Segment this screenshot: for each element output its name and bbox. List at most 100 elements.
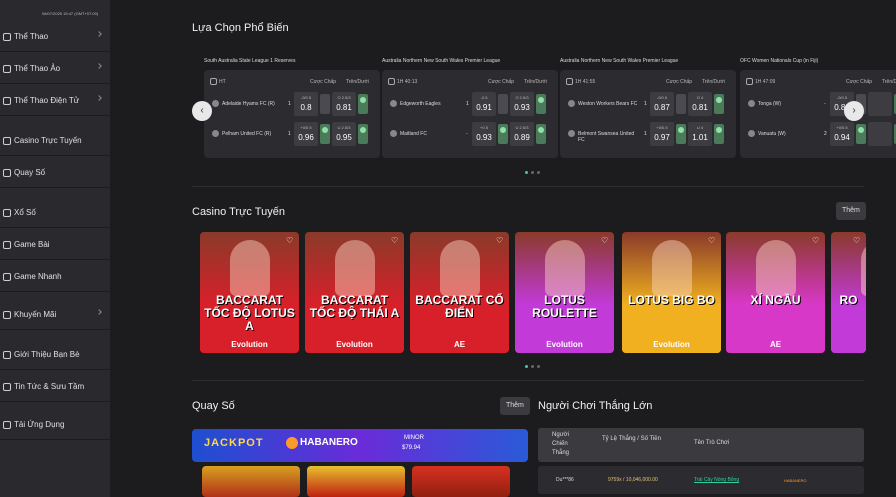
casino-game-tile[interactable]: ♡ BACCARAT TỐC ĐỘ THÁI A Evolution — [305, 232, 404, 353]
sidebar-item[interactable]: Giới Thiệu Bạn Bè — [0, 340, 110, 370]
odds-value: 0.81 — [336, 103, 352, 112]
casino-game-tile[interactable]: ♡ BACCARAT TỐC ĐỘ LOTUS A Evolution — [200, 232, 299, 353]
team-score: 1 — [644, 131, 647, 137]
overunder-odds-button[interactable]: O 4 0.81 — [688, 92, 712, 116]
odds-chart-icon[interactable] — [536, 94, 546, 114]
sidebar-item[interactable]: Quay Số — [0, 158, 110, 188]
sidebar-item-label: Quay Số — [14, 168, 46, 177]
handicap-odds-button[interactable]: -0.5 0.91 — [472, 92, 496, 116]
favorite-heart-icon[interactable]: ♡ — [812, 237, 820, 245]
pager-dot[interactable] — [531, 365, 534, 369]
odds-chart-icon[interactable] — [498, 124, 508, 144]
casino-game-tile[interactable]: ♡ BACCARAT CỔ ĐIỂN AE — [410, 232, 509, 353]
favorite-heart-icon[interactable]: ♡ — [391, 237, 399, 245]
table-row[interactable]: Du***86 9759x / 10,046,000.00 Trái Cây N… — [538, 466, 864, 494]
odds-chart-icon[interactable] — [320, 124, 330, 144]
overunder-odds-button[interactable]: U 2.5/3 0.89 — [510, 122, 534, 146]
carousel-prev-button[interactable]: ‹ — [192, 101, 212, 121]
sidebar-item[interactable]: Khuyến Mãi — [0, 300, 110, 330]
match-header: HT Cược Chấp Trên/Dưới — [210, 78, 374, 85]
slot-game-tile[interactable] — [412, 466, 510, 497]
odds-value: 0.8 — [300, 103, 312, 112]
sidebar-item[interactable]: Thể Thao — [0, 22, 110, 52]
match-card[interactable]: South Australia State League 1 Reserves H… — [204, 58, 380, 158]
odds-chart-icon[interactable] — [536, 124, 546, 144]
slot-game-tile[interactable] — [307, 466, 405, 497]
col-overunder: Trên/Dưới — [346, 79, 369, 85]
match-card[interactable]: Australia Northern New South Wales Premi… — [382, 58, 558, 158]
overunder-odds-button[interactable]: O 2.5/3 0.81 — [332, 92, 356, 116]
match-odds-card: HT Cược Chấp Trên/Dưới Adelaide Hyams FC (R… — [204, 70, 380, 158]
odds-chart-icon[interactable] — [320, 94, 330, 114]
game-title: LOTUS BIG BO — [628, 293, 715, 307]
overunder-odds-button[interactable] — [868, 122, 892, 146]
odds-value: 0.91 — [476, 103, 492, 112]
team-logo-icon — [568, 130, 575, 137]
handicap-odds-button[interactable]: +0.5 0.93 — [472, 122, 496, 146]
overunder-odds-button[interactable]: U 2.5/3 0.95 — [332, 122, 356, 146]
favorite-heart-icon[interactable]: ♡ — [601, 237, 609, 245]
casino-game-tile[interactable]: ♡ XÍ NGẦU AE — [726, 232, 825, 353]
overunder-odds-button[interactable]: U 4 1.01 — [688, 122, 712, 146]
casino-game-tile[interactable]: ♡ LOTUS ROULETTE Evolution — [515, 232, 614, 353]
sidebar-item[interactable]: Game Nhanh — [0, 262, 110, 292]
jackpot-label: JACKPOT — [204, 437, 264, 449]
col-player: Người Chiến Thắng — [552, 432, 570, 456]
match-card[interactable]: OFC Women Nationals Cup (in Fiji) 1H 47:0… — [740, 58, 896, 158]
winner-game[interactable]: Trái Cây Nóng Bỏng — [694, 477, 739, 483]
favorite-heart-icon[interactable]: ♡ — [708, 237, 716, 245]
odds-chart-icon[interactable] — [856, 124, 866, 144]
sidebar-item[interactable]: Game Bài — [0, 230, 110, 260]
promo-icon — [3, 310, 11, 319]
news-icon — [3, 382, 11, 391]
col-overunder: Trên/Dưới — [702, 79, 725, 85]
handicap-odds-button[interactable]: +0/0.5 0.94 — [830, 122, 854, 146]
lottery-icon — [3, 208, 11, 217]
odds-chart-icon[interactable] — [358, 124, 368, 144]
fast-game-icon — [3, 272, 11, 281]
odds-chart-icon[interactable] — [676, 124, 686, 144]
game-title: LOTUS ROULETTE — [532, 293, 597, 320]
odds-chart-icon[interactable] — [358, 94, 368, 114]
favorite-heart-icon[interactable]: ♡ — [853, 237, 861, 245]
game-title: RO — [839, 293, 858, 307]
col-handicap: Cược Chấp — [666, 79, 693, 85]
odds-chart-icon[interactable] — [676, 94, 686, 114]
chevron-right-icon — [96, 95, 102, 101]
slot-game-tile[interactable] — [202, 466, 300, 497]
sidebar-item[interactable]: Casino Trực Tuyến — [0, 126, 110, 156]
odds-chart-icon[interactable] — [714, 94, 724, 114]
odds-chart-icon[interactable] — [714, 124, 724, 144]
handicap-odds-button[interactable]: +0/0.5 0.96 — [294, 122, 318, 146]
sidebar-item-label: Thể Thao Điện Tử — [14, 96, 80, 105]
casino-icon — [3, 136, 11, 145]
sidebar-item[interactable]: Thể Thao Ảo — [0, 54, 110, 84]
odds-line: O 2.5/3 — [515, 95, 529, 100]
pager-dot[interactable] — [525, 171, 528, 175]
pager-dot[interactable] — [525, 365, 528, 369]
favorite-heart-icon[interactable]: ♡ — [496, 237, 504, 245]
carousel-next-button[interactable]: › — [844, 101, 864, 121]
team-name: Weston Workers Bears FC — [578, 101, 638, 107]
pager-dot[interactable] — [531, 171, 534, 175]
overunder-odds-button[interactable]: O 2.5/3 0.93 — [510, 92, 534, 116]
handicap-odds-button[interactable]: -0/0.5 0.8 — [294, 92, 318, 116]
sidebar-item[interactable]: Xổ Số — [0, 198, 110, 228]
lottery-more-button[interactable]: Thêm — [500, 397, 530, 415]
jackpot-banner[interactable]: JACKPOT HABANERO MINOR $79.94 — [192, 429, 528, 462]
overunder-odds-button[interactable] — [868, 92, 892, 116]
sidebar-item[interactable]: Thể Thao Điện Tử — [0, 86, 110, 116]
odds-chart-icon[interactable] — [498, 94, 508, 114]
pager-dot[interactable] — [537, 365, 540, 369]
favorite-heart-icon[interactable]: ♡ — [286, 237, 294, 245]
handicap-odds-button[interactable]: -0/0.5 0.87 — [650, 92, 674, 116]
sidebar-item[interactable]: Tải Ứng Dụng — [0, 410, 110, 440]
casino-more-button[interactable]: Thêm — [836, 202, 866, 220]
casino-game-tile[interactable]: ♡ LOTUS BIG BO Evolution — [622, 232, 721, 353]
casino-game-tile[interactable]: ♡ RO — [831, 232, 866, 353]
handicap-odds-button[interactable]: +0/0.5 0.97 — [650, 122, 674, 146]
match-card[interactable]: Australia Northern New South Wales Premi… — [560, 58, 736, 158]
sidebar-item[interactable]: Tin Tức & Sưu Tầm — [0, 372, 110, 402]
pager-dot[interactable] — [537, 171, 540, 175]
league-name: Australia Northern New South Wales Premi… — [560, 58, 679, 64]
